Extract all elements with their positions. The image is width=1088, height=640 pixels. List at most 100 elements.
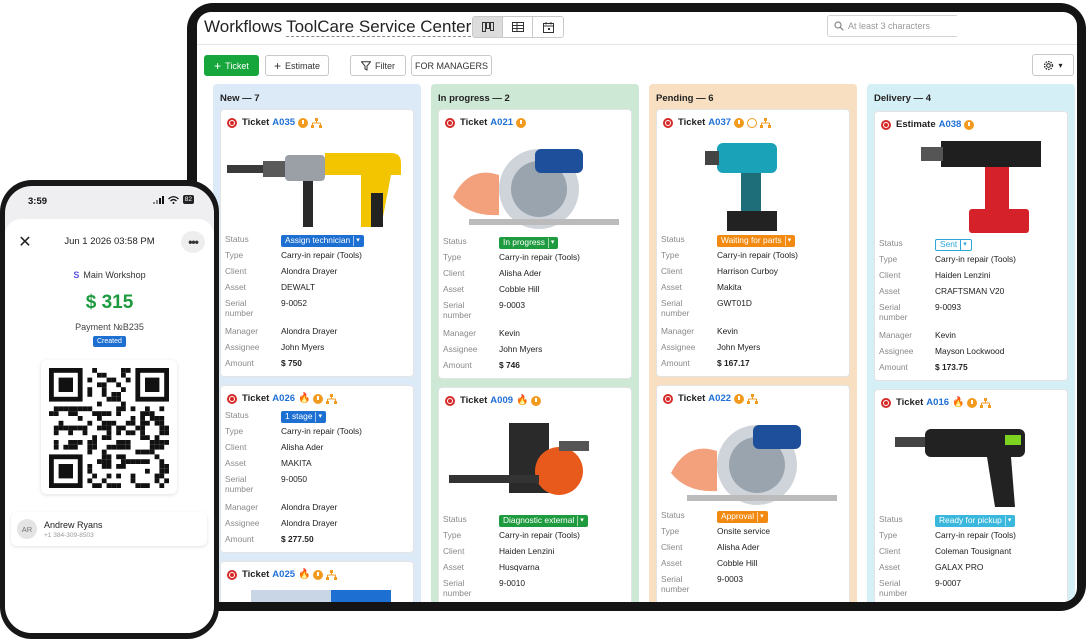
target-icon <box>445 117 455 128</box>
field-value: $ 167.17 <box>717 358 750 368</box>
ticket-card[interactable]: Ticket A026 🔥 Status 1 stage ▾ Type Carry-i… <box>220 385 414 553</box>
card-header: Ticket A021 <box>445 117 527 128</box>
card-number[interactable]: A009 <box>490 395 513 406</box>
card-kind: Ticket <box>460 395 488 406</box>
field-label: Asset <box>443 562 464 572</box>
field-value: Alondra Drayer <box>281 326 338 336</box>
toolbar: + Ticket + Estimate Filter FOR MANAGERS ▾ <box>197 52 1077 78</box>
field-label: Status <box>661 510 685 520</box>
card-number[interactable]: A026 <box>272 393 295 404</box>
field-value: MAKITA <box>281 458 312 468</box>
ticket-card[interactable]: Ticket A037 Status Waiting for parts ▾ Typ… <box>656 109 850 377</box>
field-label: Asset <box>225 458 246 468</box>
field-label: Assignee <box>225 518 260 528</box>
more-options-button[interactable]: ••• <box>181 231 205 253</box>
status-dropdown[interactable]: Ready for pickup ▾ <box>935 515 1016 527</box>
gear-icon <box>1044 60 1054 70</box>
field-value: Onsite service <box>717 526 771 536</box>
status-dropdown[interactable]: Waiting for parts ▾ <box>717 235 796 247</box>
tablet-frame: WorkflowsToolCare Service Center ▾ +Ticke… <box>187 3 1086 611</box>
phone-frame: 3:59 82 ✕ Jun 1 2026 03:58 PM ••• S Main … <box>0 180 219 639</box>
status-dropdown[interactable]: Assign technician ▾ <box>281 235 364 247</box>
ticket-card[interactable]: Ticket A022 Status Approval ▾ Type Onsite s… <box>656 385 850 602</box>
for-managers-button[interactable]: FOR MANAGERS <box>411 55 492 76</box>
chevron-down-icon: ▾ <box>960 240 967 250</box>
field-label: Manager <box>225 502 259 512</box>
field-value: 9-0007 <box>935 578 962 588</box>
field-label: Amount <box>225 534 254 544</box>
field-value: Carry-in repair (Tools) <box>281 426 362 436</box>
calendar-view-button[interactable] <box>533 17 563 37</box>
field-value: Carry-in repair (Tools) <box>935 530 1016 540</box>
ticket-card[interactable]: Ticket A021 Status In progress ▾ Type Carry… <box>438 109 632 379</box>
org-selector[interactable]: ToolCare Service Center <box>286 17 472 37</box>
add-ticket-button[interactable]: + Ticket <box>204 55 259 76</box>
add-estimate-button[interactable]: + Estimate <box>265 55 329 76</box>
field-value: John Myers <box>499 344 543 354</box>
status-text: Sent <box>940 239 958 250</box>
field-value: Carry-in repair (Tools) <box>499 252 580 262</box>
field-label: Amount <box>443 360 472 370</box>
card-number[interactable]: A016 <box>926 397 949 408</box>
field-label: Client <box>661 542 683 552</box>
estimate-card[interactable]: Estimate A038 Status Sent ▾ Type Carry-in r… <box>874 111 1068 381</box>
kanban-view-button[interactable] <box>473 17 503 37</box>
payment-sheet: ✕ Jun 1 2026 03:58 PM ••• S Main Workshop… <box>5 219 214 633</box>
hierarchy-icon <box>326 569 338 580</box>
drill-image <box>227 153 401 227</box>
card-header: Ticket A026 🔥 <box>227 393 338 404</box>
ticket-card[interactable]: Ticket A009 🔥 Status Diagnostic external ▾… <box>438 387 632 602</box>
search-input[interactable] <box>848 21 948 31</box>
field-value: Husqvarna <box>499 562 540 572</box>
clock-icon <box>531 395 542 406</box>
field-label: Serial number <box>225 298 254 318</box>
status-dropdown[interactable]: In progress ▾ <box>499 237 559 249</box>
field-label: Type <box>443 530 462 540</box>
ticket-card[interactable]: Ticket A016 🔥 Status Ready for pickup ▾ Ty… <box>874 389 1068 602</box>
card-header: Estimate A038 <box>881 119 975 130</box>
ticket-card[interactable]: Ticket A025 🔥 <box>220 561 414 602</box>
status-dropdown[interactable]: Approval ▾ <box>717 511 768 523</box>
filter-label: Filter <box>375 60 395 71</box>
field-label: Manager <box>443 328 477 338</box>
contact-card[interactable]: AR Andrew Ryans +1 384-309-8503 <box>11 512 207 546</box>
field-value: 9-0052 <box>281 298 308 308</box>
status-dropdown[interactable]: Sent ▾ <box>935 239 972 251</box>
settings-button[interactable]: ▾ <box>1032 54 1074 76</box>
ticket-card[interactable]: Ticket A035 Status Assign technician ▾ Typ… <box>220 109 414 377</box>
chevron-down-icon: ▾ <box>1004 516 1011 526</box>
field-label: Status <box>879 238 903 248</box>
hierarchy-icon <box>760 117 772 128</box>
card-number[interactable]: A022 <box>708 393 731 404</box>
field-value: Alondra Drayer <box>281 502 338 512</box>
card-number[interactable]: A038 <box>939 119 962 130</box>
filter-button[interactable]: Filter <box>350 55 406 76</box>
field-value: Haiden Lenzini <box>935 270 991 280</box>
card-header: Ticket A009 🔥 <box>445 395 542 406</box>
card-number[interactable]: A021 <box>490 117 513 128</box>
card-kind: Ticket <box>460 117 488 128</box>
search-box <box>827 15 957 37</box>
drill-image <box>895 429 1025 507</box>
field-value: Makita <box>717 282 742 292</box>
field-label: Serial number <box>661 574 690 594</box>
workshop-label: Main Workshop <box>83 270 146 280</box>
kanban-icon <box>481 22 494 32</box>
field-label: Client <box>879 546 901 556</box>
field-label: Type <box>225 250 244 260</box>
circular-saw-image <box>671 425 837 505</box>
status-dropdown[interactable]: 1 stage ▾ <box>281 411 326 423</box>
field-label: Asset <box>661 282 682 292</box>
card-number[interactable]: A025 <box>272 569 295 580</box>
card-number[interactable]: A035 <box>272 117 295 128</box>
qr-code-image <box>49 368 169 488</box>
card-number[interactable]: A037 <box>708 117 731 128</box>
table-view-button[interactable] <box>503 17 533 37</box>
field-label: Type <box>661 526 680 536</box>
target-icon <box>881 119 891 130</box>
column-title: New — 7 <box>220 93 260 104</box>
status-dropdown[interactable]: Diagnostic external ▾ <box>499 515 588 527</box>
page-title-text: Workflows <box>204 17 283 36</box>
status-icons: 82 <box>152 195 194 204</box>
field-label: Client <box>225 442 247 452</box>
